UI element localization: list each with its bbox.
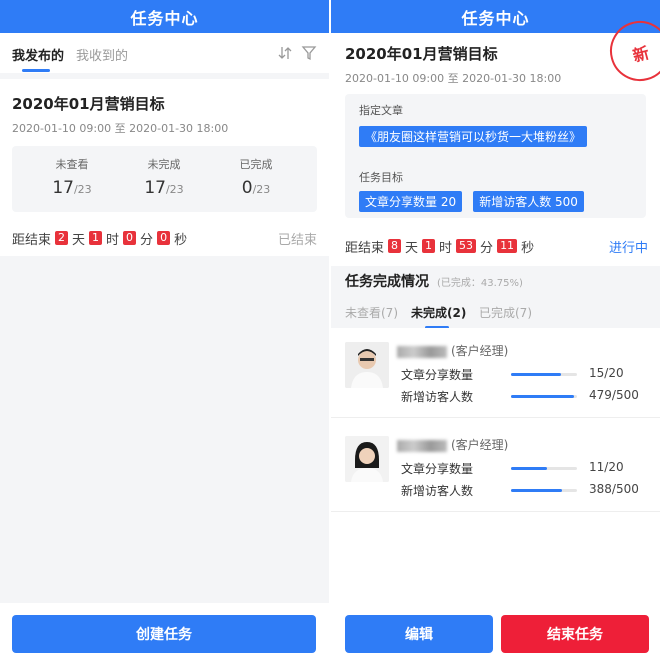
- task-dates: 2020-01-10 09:00 至 2020-01-30 18:00: [345, 72, 562, 85]
- stat-completed: 已完成 0/23: [239, 158, 273, 198]
- task-card[interactable]: 2020年01月营销目标 2020-01-10 09:00 至 2020-01-…: [0, 79, 329, 220]
- bottom-bar: 创建任务: [0, 603, 329, 663]
- member-name: (客户经理): [397, 436, 508, 453]
- goal-share-count: 文章分享数量 20: [359, 191, 463, 212]
- tab-active-indicator: [22, 69, 50, 72]
- page-title: 任务中心: [331, 0, 660, 33]
- filter-icon[interactable]: [301, 45, 317, 65]
- countdown-seconds: 0: [157, 231, 171, 245]
- create-task-button[interactable]: 创建任务: [12, 615, 316, 653]
- page-title: 任务中心: [0, 0, 329, 33]
- edit-button[interactable]: 编辑: [345, 615, 493, 653]
- countdown-minutes: 0: [123, 231, 137, 245]
- task-dates: 2020-01-10 09:00 至 2020-01-30 18:00: [12, 122, 229, 135]
- status-badge: 已结束: [277, 232, 317, 248]
- metric-share-count: 文章分享数量 11/20: [401, 460, 624, 476]
- tab-incomplete[interactable]: 未完成(2): [411, 304, 466, 321]
- sort-icon[interactable]: [277, 45, 293, 65]
- countdown-hours: 1: [422, 239, 436, 253]
- member-name: (客户经理): [397, 342, 508, 359]
- metric-new-visitors: 新增访客人数 388/500: [401, 482, 639, 498]
- tab-bar: 我发布的 我收到的: [0, 33, 329, 73]
- task-title: 2020年01月营销目标: [12, 95, 165, 113]
- avatar: [345, 342, 389, 388]
- countdown-days: 2: [55, 231, 69, 245]
- countdown-days: 8: [388, 239, 402, 253]
- section-header: 任务完成情况 (已完成：43.75%): [331, 266, 660, 296]
- tab-completed[interactable]: 已完成(7): [479, 304, 532, 321]
- task-header: 2020年01月营销目标 2020-01-10 09:00 至 2020-01-…: [331, 14, 660, 94]
- list-item[interactable]: (客户经理) 文章分享数量 11/20 新增访客人数 388/500: [331, 422, 660, 512]
- status-badge: 进行中: [608, 240, 648, 256]
- member-list: (客户经理) 文章分享数量 15/20 新增访客人数 479/500 (客户经理…: [331, 328, 660, 603]
- countdown-hours: 1: [89, 231, 103, 245]
- tab-my-published[interactable]: 我发布的: [12, 45, 64, 64]
- left-screen: 任务中心 我发布的 我收到的 2020年01月营销目标 2020-01-10 0…: [0, 0, 329, 663]
- right-screen: 任务中心 2020年01月营销目标 2020-01-10 09:00 至 202…: [331, 0, 660, 663]
- sub-tab-bar: 未查看(7) 未完成(2) 已完成(7): [331, 296, 660, 330]
- task-title: 2020年01月营销目标: [345, 45, 498, 63]
- stat-unviewed: 未查看 17/23: [52, 158, 92, 198]
- list-item[interactable]: (客户经理) 文章分享数量 15/20 新增访客人数 479/500: [331, 328, 660, 418]
- metric-new-visitors: 新增访客人数 479/500: [401, 388, 639, 404]
- tab-unviewed[interactable]: 未查看(7): [345, 304, 398, 321]
- countdown-seconds: 11: [497, 239, 518, 253]
- avatar: [345, 436, 389, 482]
- countdown: 距结束 8天 1时 53 分 11 秒 进行中: [331, 226, 660, 266]
- stats-box: 未查看 17/23 未完成 17/23 已完成 0/23: [12, 146, 317, 212]
- assignment-box: 指定文章 《朋友圈这样营销可以秒货一大堆粉丝》 任务目标 文章分享数量 20 新…: [345, 94, 646, 218]
- goal-new-visitors: 新增访客人数 500: [473, 191, 584, 212]
- article-link[interactable]: 《朋友圈这样营销可以秒货一大堆粉丝》: [359, 126, 588, 147]
- countdown-minutes: 53: [456, 239, 477, 253]
- end-task-button[interactable]: 结束任务: [501, 615, 649, 653]
- metric-share-count: 文章分享数量 15/20: [401, 366, 624, 382]
- stat-incomplete: 未完成 17/23: [144, 158, 184, 198]
- tab-my-received[interactable]: 我收到的: [76, 45, 128, 64]
- countdown: 距结束 2天 1时 0分 0秒 已结束: [0, 220, 329, 256]
- bottom-bar: 编辑 结束任务: [331, 603, 660, 663]
